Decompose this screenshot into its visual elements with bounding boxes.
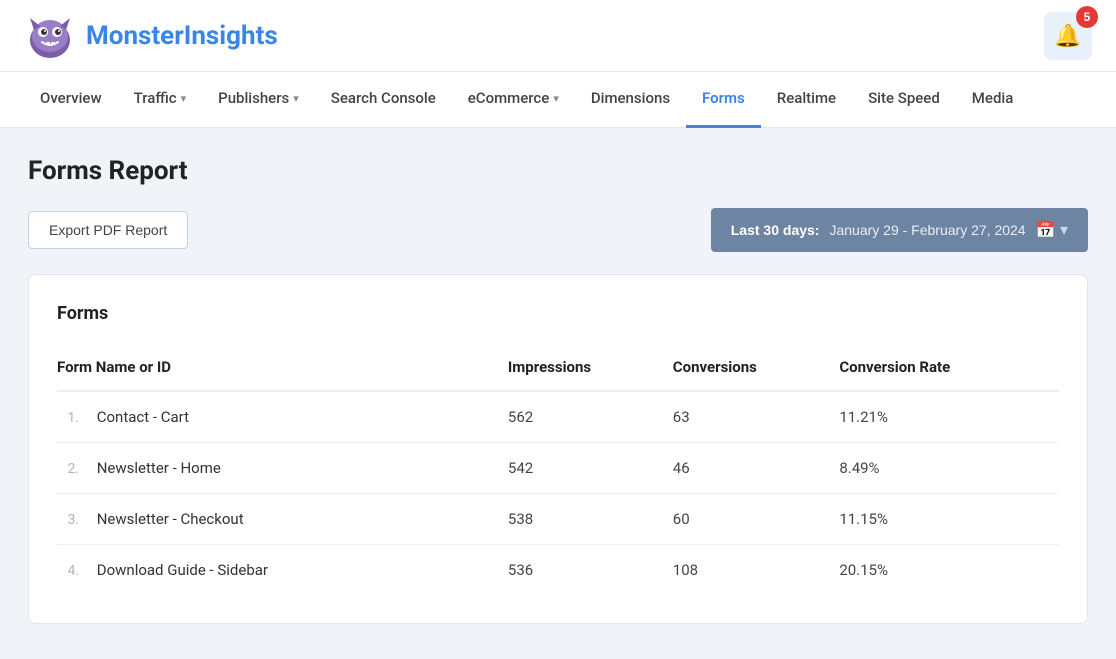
- nav-item-traffic[interactable]: Traffic ▾: [118, 72, 203, 128]
- date-range-value: January 29 - February 27, 2024: [829, 222, 1025, 238]
- toolbar: Export PDF Report Last 30 days: January …: [28, 208, 1088, 252]
- form-name-text: Newsletter - Checkout: [97, 510, 244, 528]
- cell-impressions: 538: [508, 494, 673, 545]
- cell-impressions: 562: [508, 391, 673, 443]
- cell-form-name: 2. Newsletter - Home: [57, 443, 508, 494]
- forms-card: Forms Form Name or ID Impressions Conver…: [28, 274, 1088, 624]
- col-conversions: Conversions: [673, 348, 840, 391]
- nav-item-forms[interactable]: Forms: [686, 72, 761, 128]
- nav-item-realtime[interactable]: Realtime: [761, 72, 852, 128]
- row-number: 1.: [57, 410, 79, 426]
- logo-text: MonsterInsights: [86, 21, 278, 51]
- notification-button[interactable]: 🔔 5: [1044, 12, 1092, 60]
- cell-form-name: 3. Newsletter - Checkout: [57, 494, 508, 545]
- table-row: 2. Newsletter - Home 542 46 8.49%: [57, 443, 1059, 494]
- cell-conversions: 108: [673, 545, 840, 596]
- cell-conversions: 46: [673, 443, 840, 494]
- row-number: 2.: [57, 461, 79, 477]
- cell-conversion-rate: 20.15%: [839, 545, 1059, 596]
- form-name-text: Download Guide - Sidebar: [97, 561, 268, 579]
- chevron-down-icon: ▾: [553, 92, 559, 105]
- bell-icon: 🔔: [1054, 23, 1081, 49]
- content-area: Forms Report Export PDF Report Last 30 d…: [0, 128, 1116, 652]
- table-row: 1. Contact - Cart 562 63 11.21%: [57, 391, 1059, 443]
- calendar-icon: 📅 ▾: [1036, 220, 1068, 240]
- col-form-name: Form Name or ID: [57, 348, 508, 391]
- logo-icon: [24, 10, 76, 62]
- notification-badge: 5: [1076, 6, 1098, 28]
- table-row: 4. Download Guide - Sidebar 536 108 20.1…: [57, 545, 1059, 596]
- col-conversion-rate: Conversion Rate: [839, 348, 1059, 391]
- header: MonsterInsights 🔔 5: [0, 0, 1116, 72]
- nav-item-media[interactable]: Media: [956, 72, 1030, 128]
- col-impressions: Impressions: [508, 348, 673, 391]
- nav-item-dimensions[interactable]: Dimensions: [575, 72, 686, 128]
- date-range-button[interactable]: Last 30 days: January 29 - February 27, …: [711, 208, 1088, 252]
- nav-item-publishers[interactable]: Publishers ▾: [202, 72, 315, 128]
- cell-form-name: 4. Download Guide - Sidebar: [57, 545, 508, 596]
- cell-conversion-rate: 11.15%: [839, 494, 1059, 545]
- forms-card-title: Forms: [57, 303, 1059, 324]
- logo-area: MonsterInsights: [24, 10, 278, 62]
- cell-form-name: 1. Contact - Cart: [57, 391, 508, 443]
- header-right: 🔔 5: [1044, 12, 1092, 60]
- cell-conversions: 60: [673, 494, 840, 545]
- export-pdf-button[interactable]: Export PDF Report: [28, 211, 188, 249]
- row-number: 3.: [57, 512, 79, 528]
- forms-table: Form Name or ID Impressions Conversions …: [57, 348, 1059, 595]
- form-name-text: Contact - Cart: [97, 408, 189, 426]
- nav-item-overview[interactable]: Overview: [24, 72, 118, 128]
- table-header-row: Form Name or ID Impressions Conversions …: [57, 348, 1059, 391]
- page-title: Forms Report: [28, 156, 1088, 186]
- cell-impressions: 536: [508, 545, 673, 596]
- date-range-label: Last 30 days:: [731, 222, 820, 238]
- cell-conversions: 63: [673, 391, 840, 443]
- cell-conversion-rate: 8.49%: [839, 443, 1059, 494]
- chevron-down-icon: ▾: [293, 92, 299, 105]
- nav-item-search-console[interactable]: Search Console: [315, 72, 452, 128]
- form-name-text: Newsletter - Home: [97, 459, 221, 477]
- cell-impressions: 542: [508, 443, 673, 494]
- chevron-down-icon: ▾: [181, 92, 187, 105]
- nav-item-site-speed[interactable]: Site Speed: [852, 72, 956, 128]
- nav-item-ecommerce[interactable]: eCommerce ▾: [452, 72, 575, 128]
- table-row: 3. Newsletter - Checkout 538 60 11.15%: [57, 494, 1059, 545]
- main-nav: Overview Traffic ▾ Publishers ▾ Search C…: [0, 72, 1116, 128]
- cell-conversion-rate: 11.21%: [839, 391, 1059, 443]
- row-number: 4.: [57, 563, 79, 579]
